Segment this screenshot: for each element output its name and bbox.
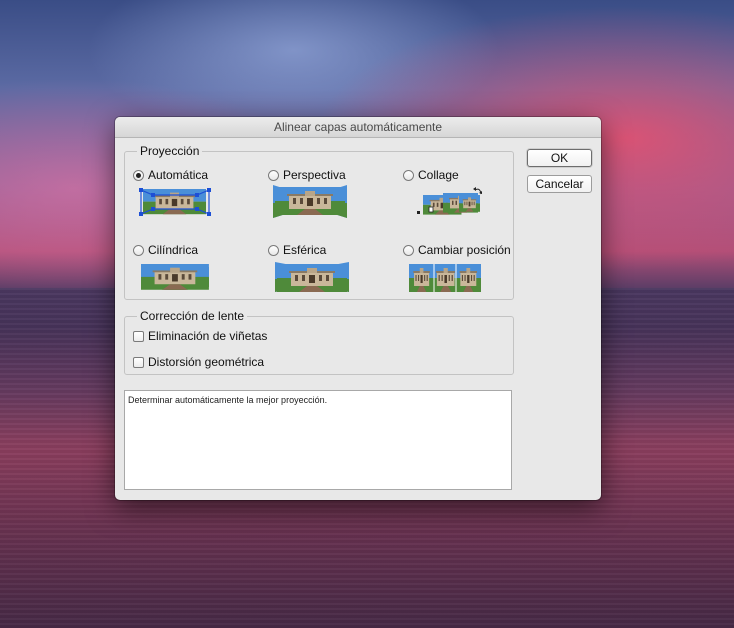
radio-cambiar-posicion-label: Cambiar posición (418, 243, 511, 257)
projection-legend: Proyección (137, 144, 203, 158)
radio-cambiar-posicion[interactable]: Cambiar posición (403, 243, 511, 257)
ok-button[interactable]: OK (527, 149, 592, 167)
radio-cilindrica[interactable]: Cilíndrica (133, 243, 198, 257)
radio-collage[interactable]: Collage (403, 168, 459, 182)
radio-esferica-label: Esférica (283, 243, 327, 257)
radio-automatica-label: Automática (148, 168, 209, 182)
radio-unselected-icon[interactable] (133, 244, 144, 256)
radio-perspectiva[interactable]: Perspectiva (268, 168, 346, 182)
projection-group: Proyección Automática Perspectiva Collag… (124, 144, 514, 300)
lens-correction-legend: Corrección de lente (137, 309, 248, 323)
radio-cilindrica-label: Cilíndrica (148, 243, 199, 257)
radio-selected-icon[interactable] (133, 169, 144, 181)
radio-automatica[interactable]: Automática (133, 168, 208, 182)
radio-perspectiva-label: Perspectiva (283, 168, 346, 182)
description-box: Determinar automáticamente la mejor proy… (124, 390, 512, 490)
radio-unselected-icon[interactable] (268, 244, 279, 256)
radio-unselected-icon[interactable] (403, 169, 414, 181)
radio-unselected-icon[interactable] (403, 244, 414, 256)
perspective-thumbnail[interactable] (273, 185, 347, 218)
auto-projection-thumbnail[interactable] (139, 187, 211, 217)
cancel-button[interactable]: Cancelar (527, 175, 592, 193)
checkbox-vignette-label: Eliminación de viñetas (148, 329, 268, 343)
dialog-title: Alinear capas automáticamente (115, 117, 601, 138)
radio-esferica[interactable]: Esférica (268, 243, 326, 257)
reposition-thumbnail[interactable] (409, 264, 481, 292)
radio-unselected-icon[interactable] (268, 169, 279, 181)
radio-collage-label: Collage (418, 168, 459, 182)
checkbox-unchecked-icon[interactable] (133, 330, 144, 342)
cylindrical-thumbnail[interactable] (141, 263, 209, 291)
checkbox-geometric-distortion[interactable]: Distorsión geométrica (133, 355, 264, 369)
checkbox-distortion-label: Distorsión geométrica (148, 355, 265, 369)
align-layers-dialog: Alinear capas automáticamente Proyección… (115, 117, 601, 500)
collage-thumbnail[interactable] (415, 185, 487, 219)
spherical-thumbnail[interactable] (275, 262, 349, 292)
checkbox-unchecked-icon[interactable] (133, 356, 144, 368)
checkbox-vignette-removal[interactable]: Eliminación de viñetas (133, 329, 267, 343)
lens-correction-group: Corrección de lente Eliminación de viñet… (124, 309, 514, 375)
